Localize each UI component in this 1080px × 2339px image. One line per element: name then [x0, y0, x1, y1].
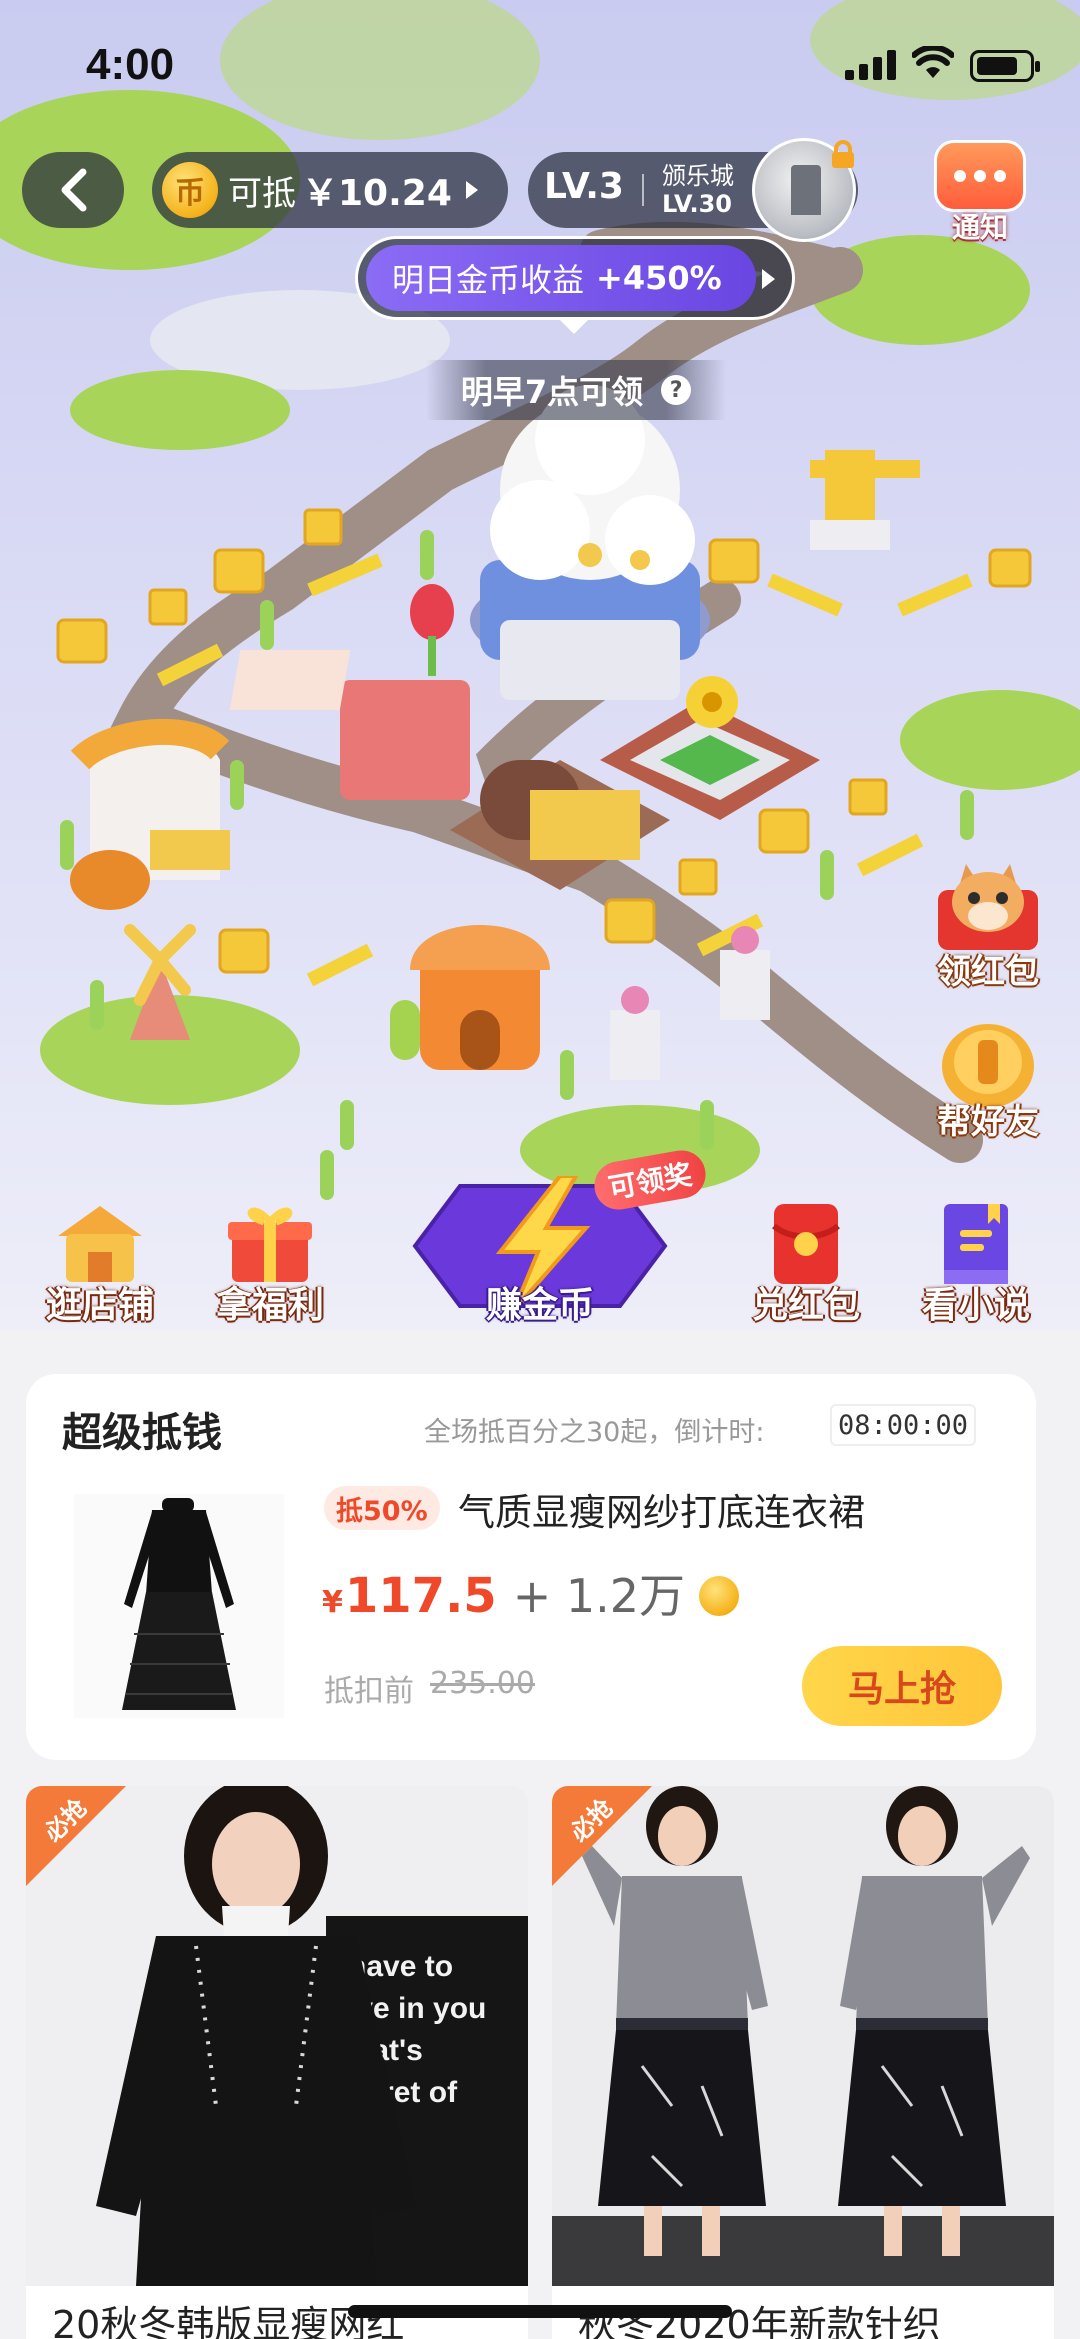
must-buy-ribbon: 必抢	[552, 1786, 652, 1886]
back-button[interactable]	[22, 152, 124, 228]
buy-now-button[interactable]: 马上抢	[802, 1646, 1002, 1726]
signal-icon	[845, 50, 896, 80]
price-symbol: ¥	[322, 1585, 343, 1620]
lock-icon	[832, 140, 854, 168]
notification-button[interactable]: 通知	[928, 140, 1032, 244]
price-row: ¥ 117.5 + 1.2万	[322, 1560, 740, 1626]
product-card[interactable]: 必抢 秋冬2020年新款针织	[552, 1786, 1054, 2339]
current-level: LV.3	[544, 166, 624, 207]
status-time: 4:00	[86, 40, 175, 89]
help-icon[interactable]: ?	[661, 375, 692, 405]
home-indicator[interactable]	[348, 2305, 732, 2318]
coin-amount: ￥10.24	[302, 173, 452, 214]
nav-welfare[interactable]: 拿福利	[200, 1180, 340, 1330]
side-button-label: 领红包	[937, 952, 1039, 992]
gift-icon	[228, 1207, 312, 1282]
game-scene: 4:00 币 可抵 ￥10.24 LV.3 颁乐城 LV.30 通知 明日金币收…	[0, 0, 1080, 1330]
nav-shop[interactable]: 逛店铺	[30, 1180, 170, 1330]
nav-label: 赚金币	[485, 1285, 594, 1326]
arrow-right-icon	[762, 269, 775, 289]
bonus-text: 明日金币收益	[392, 261, 585, 299]
claim-time-banner: 明早7点可领 ?	[426, 360, 726, 420]
bonus-text-box: 明日金币收益 +450%	[366, 245, 756, 311]
claim-time-text: 明早7点可领	[460, 373, 644, 411]
tomorrow-bonus-button[interactable]: 明日金币收益 +450%	[355, 236, 795, 320]
chat-bubble-icon	[934, 140, 1026, 212]
discount-tag: 抵50%	[324, 1486, 440, 1530]
deal-title: 超级抵钱	[62, 1410, 222, 1456]
product-image[interactable]	[74, 1494, 284, 1718]
price-value: 117.5	[344, 1568, 497, 1624]
red-packet-side-button[interactable]: 领红包	[928, 860, 1048, 992]
countdown-label: 全场抵百分之30起，倒计时:	[424, 1417, 765, 1448]
product-name[interactable]: 气质显瘦网纱打底连衣裙	[458, 1482, 865, 1536]
original-price: 235.00	[430, 1666, 535, 1701]
help-friends-side-button[interactable]: 帮好友	[928, 1010, 1048, 1142]
chevron-left-icon	[61, 168, 87, 212]
notification-label: 通知	[951, 211, 1008, 244]
must-buy-ribbon: 必抢	[26, 1786, 126, 1886]
red-envelope-icon	[772, 1204, 840, 1284]
coin-icon	[699, 1576, 740, 1616]
nav-red-envelope[interactable]: 兑红包	[736, 1180, 876, 1330]
nav-label: 逛店铺	[45, 1285, 154, 1326]
next-city-level: LV.30	[662, 190, 732, 218]
nav-label: 看小说	[921, 1285, 1030, 1326]
earn-coins-button[interactable]: 可领奖 赚金币	[410, 1136, 710, 1326]
arrow-right-icon	[465, 181, 478, 199]
coin-cost: + 1.2万	[512, 1569, 686, 1623]
bubble-tail	[558, 318, 590, 334]
next-city-name: 颁乐城	[662, 162, 734, 190]
nav-label: 拿福利	[215, 1285, 324, 1326]
book-icon	[944, 1204, 1008, 1284]
divider	[642, 174, 644, 206]
nav-novel[interactable]: 看小说	[906, 1180, 1046, 1330]
super-deal-card: 超级抵钱 全场抵百分之30起，倒计时: 08:00:00 抵50% 气质显瘦网纱…	[26, 1374, 1036, 1760]
shop-icon	[58, 1206, 142, 1282]
countdown-timer: 08:00:00	[830, 1404, 977, 1446]
coin-balance-button[interactable]: 币 可抵 ￥10.24	[152, 152, 508, 228]
bonus-value: +450%	[596, 259, 722, 297]
status-bar: 4:00	[0, 0, 1080, 130]
coin-label: 可抵	[228, 173, 296, 214]
product-card[interactable]: have to ove in you that's secret of cess…	[26, 1786, 528, 2339]
nav-label: 兑红包	[751, 1285, 860, 1326]
coin-icon: 币	[162, 162, 218, 218]
wifi-icon	[912, 46, 954, 78]
side-button-label: 帮好友	[937, 1102, 1039, 1142]
original-price-label: 抵扣前	[324, 1674, 414, 1709]
battery-icon	[970, 50, 1040, 82]
